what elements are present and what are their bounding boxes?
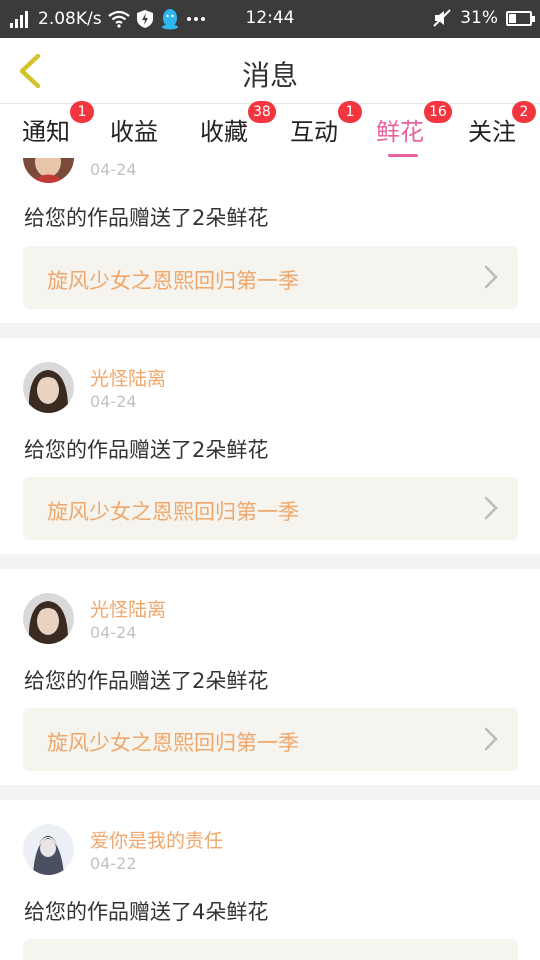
tab-badge: 2	[512, 101, 536, 123]
tab-badge: 38	[248, 101, 276, 123]
list-item: 光怪陆离 04-24 给您的作品赠送了2朵鲜花 旋风少女之恩熙回归第一季	[0, 569, 540, 785]
avatar[interactable]	[23, 593, 74, 644]
page-title: 消息	[241, 59, 298, 92]
notification-message: 给您的作品赠送了2朵鲜花	[24, 669, 269, 693]
avatar[interactable]	[23, 824, 74, 875]
notification-message: 给您的作品赠送了2朵鲜花	[24, 438, 269, 462]
tab-label: 收藏	[200, 118, 248, 146]
notification-date: 04-24	[90, 623, 137, 642]
battery-percent: 31%	[460, 8, 498, 28]
list-item: 光怪陆离 04-24 给您的作品赠送了2朵鲜花 旋风少女之恩熙回归第一季	[0, 338, 540, 554]
tab-badge: 16	[424, 101, 452, 123]
tab-interactions[interactable]: 互动 1	[290, 101, 362, 156]
notification-list: 04-24 给您的作品赠送了2朵鲜花 旋风少女之恩熙回归第一季 光怪陆离 04-…	[0, 158, 540, 960]
chevron-right-icon	[484, 265, 498, 289]
tab-badge: 1	[338, 101, 362, 123]
list-item: 04-24 给您的作品赠送了2朵鲜花 旋风少女之恩熙回归第一季	[0, 158, 540, 323]
tab-label: 通知	[22, 118, 70, 146]
status-bar: 2.08K/s 12:44 31%	[0, 0, 540, 38]
notification-message: 给您的作品赠送了4朵鲜花	[24, 900, 269, 924]
avatar[interactable]	[23, 158, 74, 183]
tab-earnings[interactable]: 收益	[110, 112, 158, 156]
user-name[interactable]: 光怪陆离	[90, 595, 166, 622]
work-title: 旋风少女之恩熙回归第一季	[47, 269, 299, 293]
tab-label: 收益	[110, 118, 158, 146]
status-right: 31%	[432, 8, 535, 28]
tab-favorites[interactable]: 收藏 38	[200, 101, 276, 156]
tab-label: 互动	[290, 118, 338, 146]
chevron-right-icon	[484, 496, 498, 520]
tab-active-indicator	[388, 154, 418, 157]
work-link[interactable]: 旋风少女之恩熙回归第一季	[23, 708, 518, 771]
battery-icon	[506, 10, 535, 26]
user-name[interactable]: 爱你是我的责任	[90, 826, 223, 853]
work-link[interactable]	[23, 939, 518, 960]
tab-badge: 1	[70, 101, 94, 123]
tab-bar: 通知 1 收益 收藏 38 互动 1 鲜花 16 关注 2	[0, 101, 540, 158]
work-link[interactable]: 旋风少女之恩熙回归第一季	[23, 477, 518, 540]
notification-date: 04-22	[90, 854, 137, 873]
user-name[interactable]: 光怪陆离	[90, 364, 166, 391]
mute-icon	[433, 9, 451, 27]
notification-message: 给您的作品赠送了2朵鲜花	[24, 206, 269, 230]
chevron-right-icon	[484, 727, 498, 751]
tab-label: 关注	[468, 118, 516, 146]
tab-notifications[interactable]: 通知 1	[22, 101, 94, 156]
tab-following[interactable]: 关注 2	[468, 101, 536, 156]
notification-date: 04-24	[90, 160, 137, 179]
tab-flowers[interactable]: 鲜花 16	[376, 101, 452, 157]
work-link[interactable]: 旋风少女之恩熙回归第一季	[23, 246, 518, 309]
list-item: 爱你是我的责任 04-22 给您的作品赠送了4朵鲜花	[0, 800, 540, 960]
tab-label: 鲜花	[376, 118, 424, 146]
work-title: 旋风少女之恩熙回归第一季	[47, 500, 299, 524]
notification-date: 04-24	[90, 392, 137, 411]
avatar[interactable]	[23, 362, 74, 413]
work-title: 旋风少女之恩熙回归第一季	[47, 731, 299, 755]
nav-header: 消息	[0, 38, 540, 104]
